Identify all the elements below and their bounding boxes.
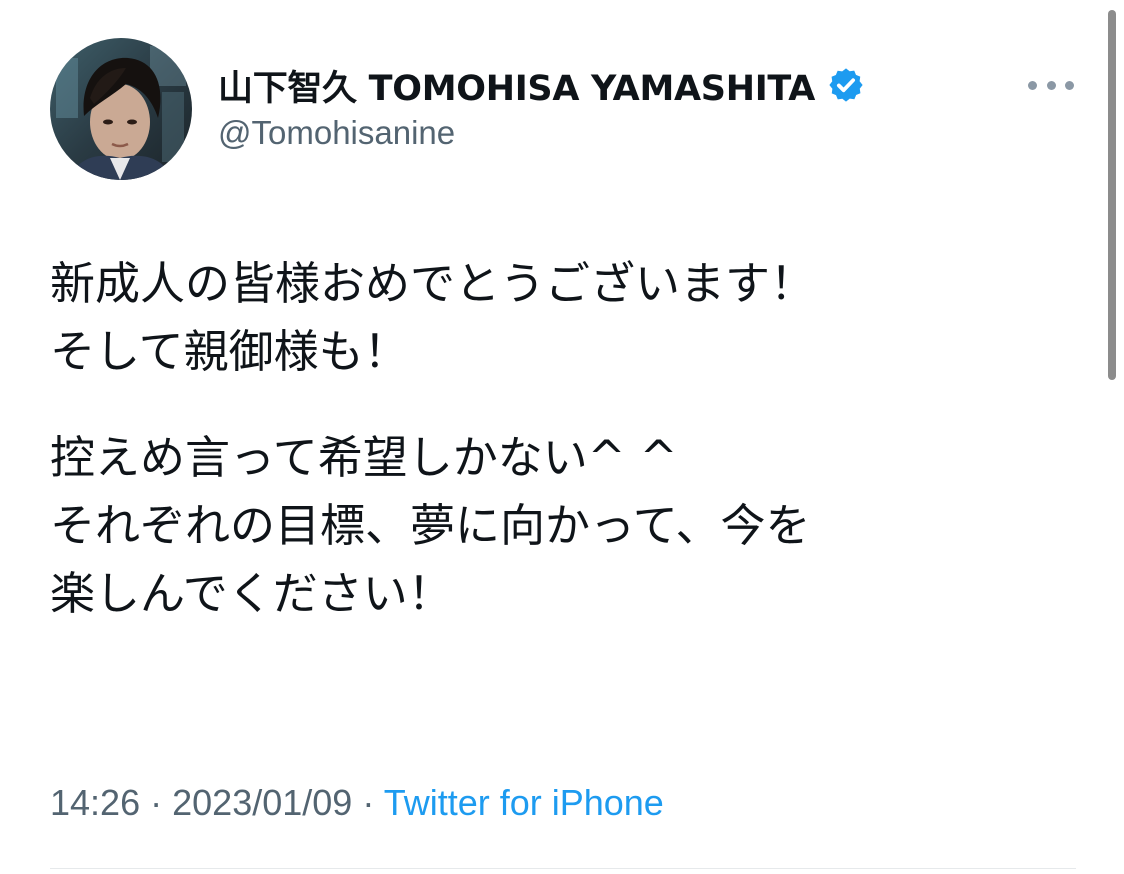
tweet-paragraph: 控えめ言って希望しかない^ ^ それぞれの目標、夢に向かって、今を 楽しんでくだ… — [50, 424, 1090, 628]
display-name-text: 山下智久 TOMOHISA YAMASHITA — [218, 68, 816, 109]
meta-separator: · — [150, 782, 163, 823]
tweet-line: 新成人の皆様おめでとうございます！ — [50, 257, 816, 310]
tweet-line: 楽しんでください！ — [50, 567, 453, 620]
tweet-source-link[interactable]: Twitter for iPhone — [384, 782, 664, 823]
meta-separator: · — [362, 782, 375, 823]
more-dot — [1065, 80, 1074, 90]
tweet-meta: 14:26 · 2023/01/09 · Twitter for iPhone — [50, 782, 664, 824]
more-dot — [1046, 80, 1056, 90]
tweet-line: そして親御様も！ — [50, 325, 409, 378]
avatar[interactable] — [50, 38, 192, 180]
more-options-icon[interactable] — [1028, 74, 1074, 96]
author-handle[interactable]: @Tomohisanine — [218, 114, 455, 152]
more-dot — [1028, 80, 1037, 90]
tweet-time[interactable]: 14:26 — [50, 782, 140, 823]
profile-photo — [50, 38, 192, 180]
tweet-text: 新成人の皆様おめでとうございます！ そして親御様も！ 控えめ言って希望しかない^… — [50, 250, 1090, 628]
tweet-paragraph: 新成人の皆様おめでとうございます！ そして親御様も！ — [50, 250, 1090, 386]
tweet-line: 控えめ言って希望しかない^ ^ — [50, 431, 678, 484]
author-display-name[interactable]: 山下智久 TOMOHISA YAMASHITA — [218, 62, 865, 109]
scrollbar[interactable] — [1108, 10, 1116, 380]
tweet-date[interactable]: 2023/01/09 — [172, 782, 352, 823]
divider — [50, 868, 1076, 869]
verified-badge-icon — [827, 66, 865, 104]
tweet-line: それぞれの目標、夢に向かって、今を — [50, 499, 811, 552]
